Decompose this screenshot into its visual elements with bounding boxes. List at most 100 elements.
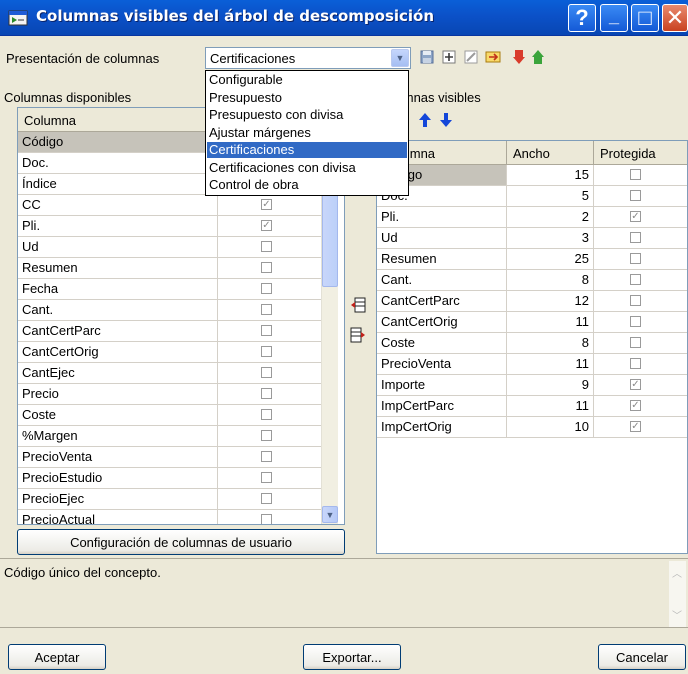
width-header[interactable]: Ancho: [507, 141, 594, 165]
column-width-value[interactable]: 10: [507, 417, 594, 437]
available-row[interactable]: PrecioEjec: [18, 489, 321, 510]
visible-checkbox[interactable]: [261, 430, 272, 441]
column-width-value[interactable]: 11: [507, 396, 594, 416]
remove-column-icon[interactable]: [350, 327, 366, 343]
visible-row[interactable]: CantCertParc 12: [377, 291, 687, 312]
dropdown-option[interactable]: Certificaciones: [207, 142, 407, 158]
column-width-value[interactable]: 8: [507, 333, 594, 353]
protected-checkbox[interactable]: ✓: [630, 421, 641, 432]
protected-checkbox[interactable]: [630, 295, 641, 306]
visible-checkbox[interactable]: [261, 304, 272, 315]
visible-columns-grid[interactable]: Columna Ancho Protegida Código15Doc.5Pli…: [376, 140, 688, 554]
available-row[interactable]: PrecioVenta: [18, 447, 321, 468]
visible-row[interactable]: Cant. 8: [377, 270, 687, 291]
column-width-value[interactable]: 12: [507, 291, 594, 311]
column-width-value[interactable]: 8: [507, 270, 594, 290]
presentation-dropdown-list[interactable]: Configurable Presupuesto Presupuesto con d…: [205, 70, 409, 196]
dropdown-option[interactable]: Presupuesto con divisa: [207, 107, 407, 123]
presentation-select[interactable]: Certificaciones ▼: [205, 47, 411, 69]
dropdown-option[interactable]: Ajustar márgenes: [207, 125, 407, 141]
visible-checkbox[interactable]: [261, 514, 272, 524]
column-width-value[interactable]: 25: [507, 249, 594, 269]
column-width-value[interactable]: 2: [507, 207, 594, 227]
protected-checkbox[interactable]: ✓: [630, 379, 641, 390]
visible-checkbox[interactable]: [261, 346, 272, 357]
available-row[interactable]: CC ✓: [18, 195, 321, 216]
move-up-icon[interactable]: [418, 112, 432, 128]
cancel-button[interactable]: Cancelar: [598, 644, 686, 670]
import-icon[interactable]: [511, 49, 527, 65]
protected-header[interactable]: Protegida: [594, 141, 687, 165]
visible-checkbox[interactable]: [261, 493, 272, 504]
column-width-value[interactable]: 15: [507, 165, 594, 185]
protected-checkbox[interactable]: ✓: [630, 211, 641, 222]
visible-checkbox[interactable]: [261, 241, 272, 252]
visible-checkbox[interactable]: ✓: [261, 220, 272, 231]
available-row[interactable]: Precio: [18, 384, 321, 405]
delete-icon[interactable]: [463, 49, 479, 65]
column-width-value[interactable]: 11: [507, 354, 594, 374]
move-down-icon[interactable]: [439, 112, 453, 128]
chevron-down-icon[interactable]: ▼: [391, 49, 409, 67]
protected-checkbox[interactable]: [630, 253, 641, 264]
save-icon[interactable]: [419, 49, 435, 65]
column-width-value[interactable]: 3: [507, 228, 594, 248]
export-button[interactable]: Exportar...: [303, 644, 401, 670]
add-icon[interactable]: [441, 49, 457, 65]
available-row[interactable]: CantCertOrig: [18, 342, 321, 363]
visible-checkbox[interactable]: ✓: [261, 199, 272, 210]
description-scrollbar[interactable]: ︿ ﹀: [669, 561, 686, 627]
visible-checkbox[interactable]: [261, 283, 272, 294]
scroll-down-icon[interactable]: ﹀: [672, 607, 682, 622]
visible-row[interactable]: PrecioVenta 11: [377, 354, 687, 375]
available-row[interactable]: Resumen: [18, 258, 321, 279]
accept-button[interactable]: Aceptar: [8, 644, 106, 670]
protected-checkbox[interactable]: [630, 232, 641, 243]
dropdown-option[interactable]: Presupuesto: [207, 90, 407, 106]
available-row[interactable]: Ud: [18, 237, 321, 258]
maximize-button[interactable]: □: [631, 4, 659, 32]
available-row[interactable]: Coste: [18, 405, 321, 426]
visible-checkbox[interactable]: [261, 472, 272, 483]
protected-checkbox[interactable]: [630, 337, 641, 348]
available-row[interactable]: CantEjec: [18, 363, 321, 384]
dropdown-option[interactable]: Configurable: [207, 72, 407, 88]
protected-checkbox[interactable]: [630, 316, 641, 327]
visible-checkbox[interactable]: [261, 388, 272, 399]
export-icon[interactable]: [530, 49, 546, 65]
visible-row[interactable]: Coste 8: [377, 333, 687, 354]
dropdown-option[interactable]: Control de obra: [207, 177, 407, 193]
scroll-up-icon[interactable]: ︿: [672, 565, 682, 580]
visible-checkbox[interactable]: [261, 325, 272, 336]
available-row[interactable]: PrecioEstudio: [18, 468, 321, 489]
available-row[interactable]: CantCertParc: [18, 321, 321, 342]
visible-row[interactable]: Pli. 2 ✓: [377, 207, 687, 228]
visible-checkbox[interactable]: [261, 262, 272, 273]
protected-checkbox[interactable]: ✓: [630, 400, 641, 411]
protected-checkbox[interactable]: [630, 358, 641, 369]
help-button[interactable]: ?: [568, 4, 596, 32]
visible-checkbox[interactable]: [261, 367, 272, 378]
available-row[interactable]: %Margen: [18, 426, 321, 447]
close-button[interactable]: ✕: [662, 4, 688, 32]
minimize-button[interactable]: _: [600, 4, 628, 32]
available-row[interactable]: Pli. ✓: [18, 216, 321, 237]
available-row[interactable]: Cant.: [18, 300, 321, 321]
visible-row[interactable]: Resumen 25: [377, 249, 687, 270]
column-width-value[interactable]: 11: [507, 312, 594, 332]
available-row[interactable]: Fecha: [18, 279, 321, 300]
rename-icon[interactable]: [485, 49, 501, 65]
column-width-value[interactable]: 5: [507, 186, 594, 206]
visible-row[interactable]: Código15: [377, 165, 687, 186]
scroll-down-icon[interactable]: ▼: [322, 506, 338, 523]
protected-checkbox[interactable]: [630, 274, 641, 285]
dropdown-option[interactable]: Certificaciones con divisa: [207, 160, 407, 176]
available-row[interactable]: PrecioActual: [18, 510, 321, 524]
visible-row[interactable]: Ud 3: [377, 228, 687, 249]
visible-checkbox[interactable]: [261, 451, 272, 462]
user-columns-config-button[interactable]: Configuración de columnas de usuario: [17, 529, 345, 555]
visible-row[interactable]: Doc.5: [377, 186, 687, 207]
visible-checkbox[interactable]: [261, 409, 272, 420]
visible-row[interactable]: Importe 9 ✓: [377, 375, 687, 396]
visible-row[interactable]: ImpCertParc 11 ✓: [377, 396, 687, 417]
